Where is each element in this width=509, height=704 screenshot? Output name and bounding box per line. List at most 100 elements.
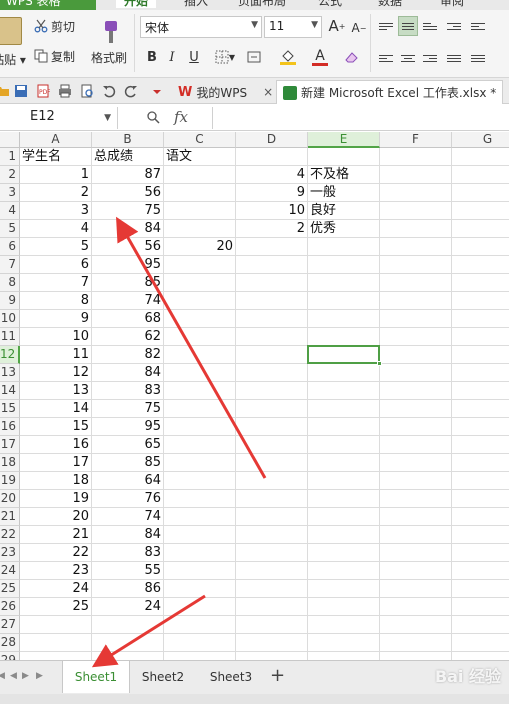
cell-g20[interactable] <box>452 490 509 508</box>
cell-e22[interactable] <box>308 526 380 544</box>
cell-b19[interactable]: 64 <box>92 472 164 490</box>
cell-c16[interactable] <box>164 418 236 436</box>
italic-button[interactable]: I <box>162 46 182 68</box>
cell-b22[interactable]: 84 <box>92 526 164 544</box>
sheet-tab-sheet1[interactable]: Sheet1 <box>62 661 130 693</box>
cell-f21[interactable] <box>380 508 452 526</box>
cell-d28[interactable] <box>236 634 308 652</box>
cell-e8[interactable] <box>308 274 380 292</box>
cell-g1[interactable] <box>452 148 509 166</box>
column-header-e[interactable]: E <box>308 132 380 148</box>
cell-g9[interactable] <box>452 292 509 310</box>
cell-e21[interactable] <box>308 508 380 526</box>
cell-f1[interactable] <box>380 148 452 166</box>
cell-c12[interactable] <box>164 346 236 364</box>
cell-d15[interactable] <box>236 400 308 418</box>
cell-f24[interactable] <box>380 562 452 580</box>
cell-a11[interactable]: 10 <box>20 328 92 346</box>
add-sheet-button[interactable]: + <box>270 665 285 686</box>
column-header-c[interactable]: C <box>164 132 236 148</box>
cell-c2[interactable] <box>164 166 236 184</box>
cell-g13[interactable] <box>452 364 509 382</box>
cell-e16[interactable] <box>308 418 380 436</box>
cell-d14[interactable] <box>236 382 308 400</box>
cell-a25[interactable]: 24 <box>20 580 92 598</box>
cell-a6[interactable]: 5 <box>20 238 92 256</box>
row-header-24[interactable]: 24 <box>0 562 20 580</box>
menu-tab-data[interactable]: 数据 <box>378 0 402 8</box>
underline-button[interactable]: U <box>184 46 204 68</box>
cell-g21[interactable] <box>452 508 509 526</box>
cell-a3[interactable]: 2 <box>20 184 92 202</box>
cell-e7[interactable] <box>308 256 380 274</box>
cell-c18[interactable] <box>164 454 236 472</box>
cell-b24[interactable]: 55 <box>92 562 164 580</box>
cell-f17[interactable] <box>380 436 452 454</box>
cell-d13[interactable] <box>236 364 308 382</box>
cell-e19[interactable] <box>308 472 380 490</box>
cell-g5[interactable] <box>452 220 509 238</box>
cell-f5[interactable] <box>380 220 452 238</box>
cell-f25[interactable] <box>380 580 452 598</box>
align-top-button[interactable] <box>376 16 396 36</box>
cell-d3[interactable]: 9 <box>236 184 308 202</box>
sheet-tab-sheet3[interactable]: Sheet3 <box>198 661 264 693</box>
sheet-tab-sheet2[interactable]: Sheet2 <box>130 661 196 693</box>
cell-c10[interactable] <box>164 310 236 328</box>
cell-d8[interactable] <box>236 274 308 292</box>
menu-tab-page-layout[interactable]: 页面布局 <box>238 0 286 8</box>
cell-d1[interactable] <box>236 148 308 166</box>
paste-button[interactable]: 粘贴 ▾ <box>0 12 26 72</box>
cell-e24[interactable] <box>308 562 380 580</box>
cell-d19[interactable] <box>236 472 308 490</box>
copy-button[interactable]: 复制 <box>34 46 75 66</box>
cell-c3[interactable] <box>164 184 236 202</box>
row-header-9[interactable]: 9 <box>0 292 20 310</box>
cell-b10[interactable]: 68 <box>92 310 164 328</box>
cell-g14[interactable] <box>452 382 509 400</box>
align-center-button[interactable] <box>398 48 418 68</box>
font-size-select[interactable]: 11 ▼ <box>264 16 322 38</box>
cell-c27[interactable] <box>164 616 236 634</box>
grow-font-button[interactable]: A + <box>328 16 346 36</box>
row-header-18[interactable]: 18 <box>0 454 20 472</box>
menu-tab-review[interactable]: 审阅 <box>440 0 464 8</box>
cell-c13[interactable] <box>164 364 236 382</box>
align-middle-button[interactable] <box>398 16 418 36</box>
cell-d6[interactable] <box>236 238 308 256</box>
cell-e6[interactable] <box>308 238 380 256</box>
cell-f28[interactable] <box>380 634 452 652</box>
cell-b2[interactable]: 87 <box>92 166 164 184</box>
cut-button[interactable]: 剪切 <box>34 16 75 36</box>
cell-b15[interactable]: 75 <box>92 400 164 418</box>
cell-d21[interactable] <box>236 508 308 526</box>
cell-f4[interactable] <box>380 202 452 220</box>
cell-d22[interactable] <box>236 526 308 544</box>
cell-g6[interactable] <box>452 238 509 256</box>
cell-b21[interactable]: 74 <box>92 508 164 526</box>
cell-d26[interactable] <box>236 598 308 616</box>
cell-f2[interactable] <box>380 166 452 184</box>
cell-d10[interactable] <box>236 310 308 328</box>
cell-b11[interactable]: 62 <box>92 328 164 346</box>
cell-c17[interactable] <box>164 436 236 454</box>
justify-button[interactable] <box>444 48 464 68</box>
cell-f27[interactable] <box>380 616 452 634</box>
cell-e1[interactable] <box>308 148 380 166</box>
active-cell-selection[interactable] <box>307 345 382 366</box>
cell-f12[interactable] <box>380 346 452 364</box>
row-header-8[interactable]: 8 <box>0 274 20 292</box>
cell-d23[interactable] <box>236 544 308 562</box>
menu-tab-formulas[interactable]: 公式 <box>318 0 342 8</box>
increase-indent-button[interactable] <box>468 16 488 36</box>
row-header-16[interactable]: 16 <box>0 418 20 436</box>
cell-e27[interactable] <box>308 616 380 634</box>
cell-c23[interactable] <box>164 544 236 562</box>
row-header-28[interactable]: 28 <box>0 634 20 652</box>
cell-c28[interactable] <box>164 634 236 652</box>
row-header-19[interactable]: 19 <box>0 472 20 490</box>
font-color-button[interactable]: A <box>306 46 334 68</box>
cell-a26[interactable]: 25 <box>20 598 92 616</box>
cell-b4[interactable]: 75 <box>92 202 164 220</box>
cell-a16[interactable]: 15 <box>20 418 92 436</box>
